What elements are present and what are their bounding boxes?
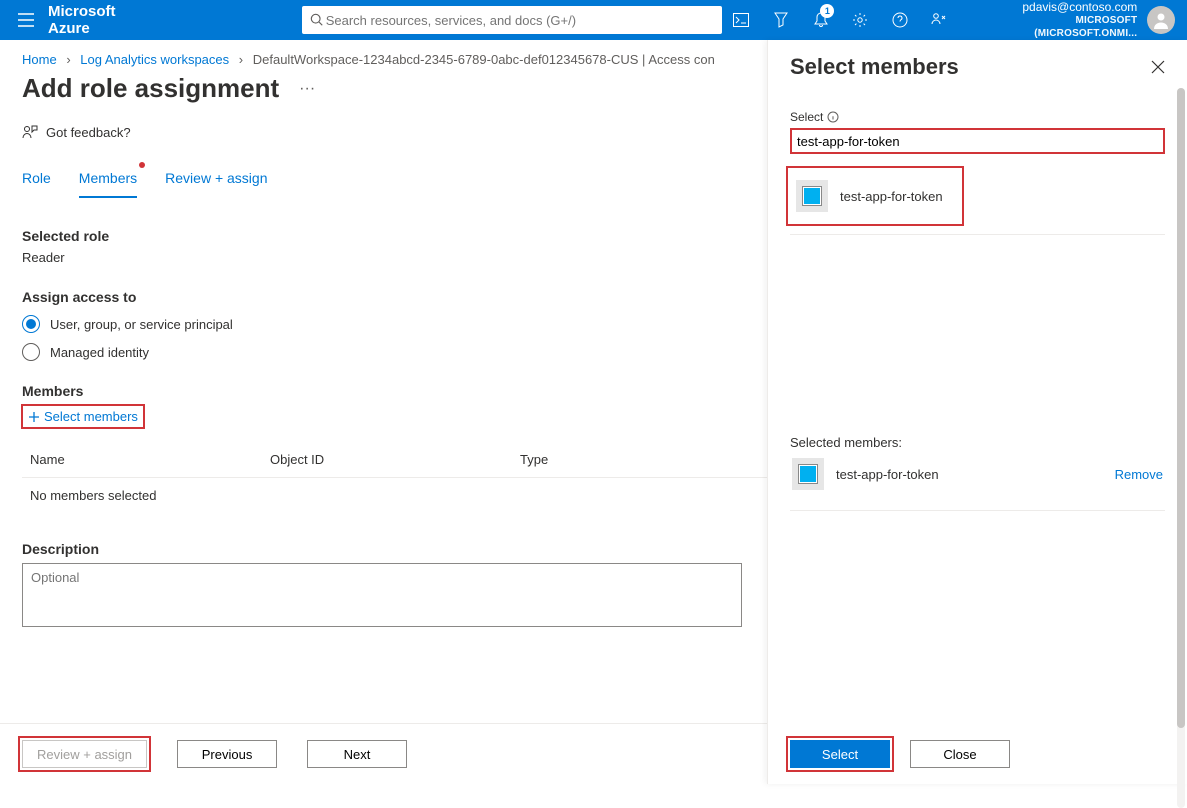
description-input[interactable]: [22, 563, 742, 627]
plus-icon: [28, 411, 40, 423]
user-block[interactable]: pdavis@contoso.com MICROSOFT (MICROSOFT.…: [959, 0, 1143, 40]
col-object-id: Object ID: [270, 452, 520, 467]
user-email: pdavis@contoso.com: [971, 0, 1137, 15]
panel-footer: Select Close: [768, 724, 1187, 784]
tab-role[interactable]: Role: [22, 164, 51, 198]
selected-member-name: test-app-for-token: [836, 467, 939, 482]
panel-scrollbar[interactable]: [1177, 88, 1185, 808]
notification-badge: 1: [820, 4, 834, 18]
previous-button[interactable]: Previous: [177, 740, 277, 768]
info-icon[interactable]: [827, 111, 839, 123]
global-header: Microsoft Azure 1 pdavis@contoso.com MIC…: [0, 0, 1187, 40]
col-name: Name: [30, 452, 270, 467]
feedback-icon[interactable]: [920, 0, 960, 40]
select-label: Select: [790, 110, 1165, 124]
review-assign-highlight: Review + assign: [22, 740, 147, 768]
tab-members[interactable]: Members: [79, 164, 137, 198]
select-members-panel: Select members Select test-app-for-token…: [767, 40, 1187, 784]
cloud-shell-icon[interactable]: [722, 0, 762, 40]
search-result-item[interactable]: test-app-for-token: [790, 170, 960, 222]
review-assign-button[interactable]: Review + assign: [22, 740, 147, 768]
search-icon: [310, 13, 324, 27]
page-title: Add role assignment: [22, 73, 279, 104]
remove-link[interactable]: Remove: [1115, 467, 1163, 482]
selected-member-row: test-app-for-token Remove: [790, 450, 1165, 498]
crumb-home[interactable]: Home: [22, 52, 57, 67]
result-name: test-app-for-token: [840, 189, 943, 204]
panel-title: Select members: [790, 54, 959, 80]
menu-icon[interactable]: [8, 13, 44, 27]
notifications-icon[interactable]: 1: [801, 0, 841, 40]
select-members-link[interactable]: Select members: [22, 405, 144, 428]
table-empty: No members selected: [30, 488, 270, 503]
close-icon[interactable]: [1151, 60, 1165, 74]
feedback-label: Got feedback?: [46, 125, 131, 140]
selected-members-heading: Selected members:: [790, 435, 1165, 450]
next-button[interactable]: Next: [307, 740, 407, 768]
brand-label: Microsoft Azure: [44, 3, 172, 37]
header-icons: 1 pdavis@contoso.com MICROSOFT (MICROSOF…: [722, 0, 1179, 40]
radio-icon: [22, 315, 40, 333]
select-search-input[interactable]: [790, 128, 1165, 154]
select-btn-highlight: Select: [790, 740, 890, 768]
app-icon: [796, 180, 828, 212]
more-menu-icon[interactable]: ···: [293, 78, 321, 100]
attention-dot-icon: [139, 162, 145, 168]
app-icon: [792, 458, 824, 490]
help-icon[interactable]: [880, 0, 920, 40]
crumb-blade: Access con: [648, 52, 714, 67]
radio-icon: [22, 343, 40, 361]
user-tenant: MICROSOFT (MICROSOFT.ONMI...: [971, 15, 1137, 40]
close-button[interactable]: Close: [910, 740, 1010, 768]
crumb-workspace[interactable]: DefaultWorkspace-1234abcd-2345-6789-0abc…: [253, 52, 639, 67]
avatar[interactable]: [1147, 6, 1175, 34]
crumb-workspace-list[interactable]: Log Analytics workspaces: [80, 52, 229, 67]
tab-review[interactable]: Review + assign: [165, 164, 267, 198]
select-button[interactable]: Select: [790, 740, 890, 768]
global-search[interactable]: [302, 6, 722, 34]
settings-icon[interactable]: [840, 0, 880, 40]
person-feedback-icon: [22, 124, 38, 140]
directory-filter-icon[interactable]: [761, 0, 801, 40]
search-input[interactable]: [324, 12, 714, 29]
